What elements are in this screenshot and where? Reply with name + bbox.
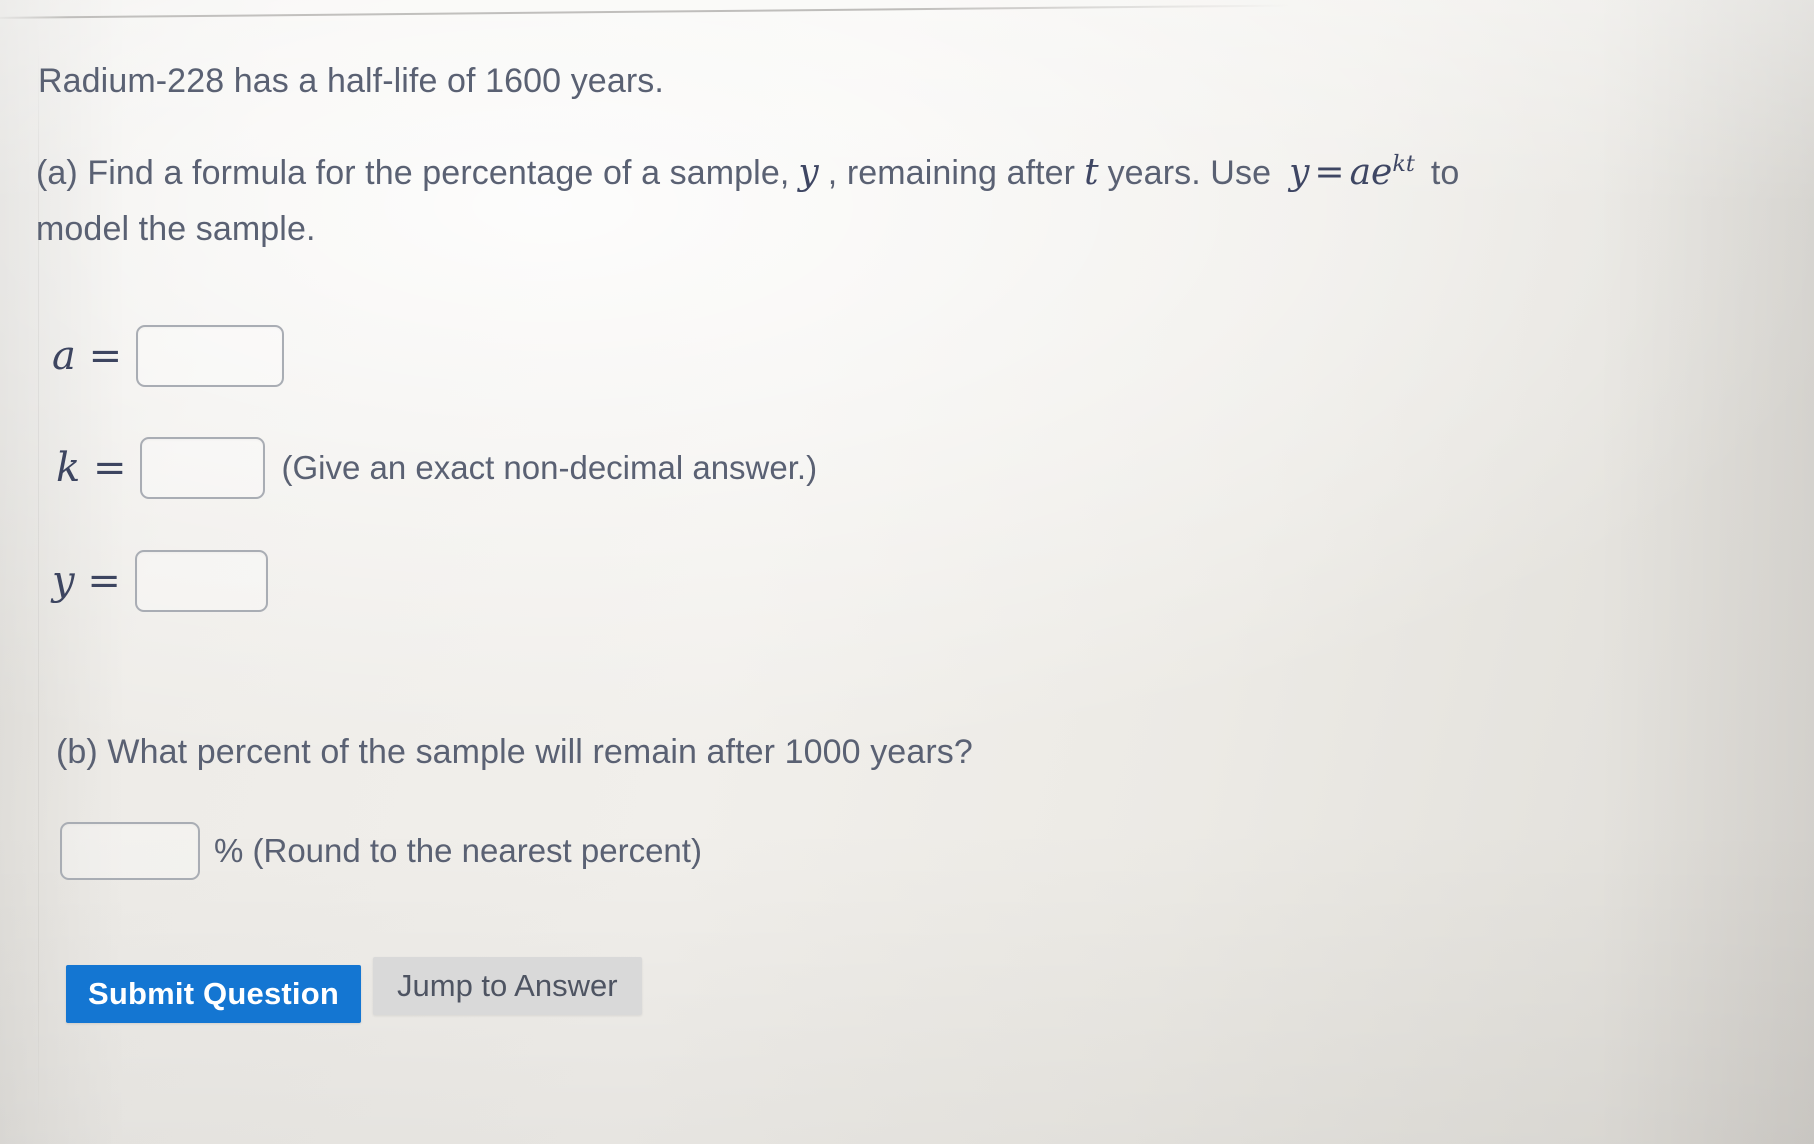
answer-input-y[interactable] [134,550,268,612]
answer-input-a[interactable] [136,325,285,387]
part-a-text-after-t: years. Use [1107,154,1272,192]
answer-input-percent[interactable] [60,822,200,880]
formula-equals-sign: = [1314,152,1345,193]
part-a-text-middle: , remaining after [827,154,1076,192]
field-row-percent: % (Round to the nearest percent) [60,822,702,880]
problem-statement: Radium-228 has a half-life of 1600 years… [38,62,664,100]
part-a-text-before-y: (a) Find a formula for the percentage of… [36,154,790,192]
field-row-a: a = [52,325,285,387]
formula-rhs-base: ae [1349,152,1393,193]
submit-question-button[interactable]: Submit Question [66,965,361,1023]
part-a-text-end: to [1430,154,1460,192]
jump-to-answer-button[interactable]: Jump to Answer [373,957,642,1015]
answer-input-k[interactable] [140,437,266,499]
percent-note: % (Round to the nearest percent) [214,832,702,869]
formula-exponent: kt [1392,151,1415,177]
math-variable-t: t [1084,152,1099,193]
part-a-prompt-line-1: (a) Find a formula for the percentage of… [36,150,1459,197]
worksheet-page: Radium-228 has a half-life of 1600 years… [0,0,1814,1144]
part-a-prompt-line-2: model the sample. [36,210,316,248]
part-b-question: (b) What percent of the sample will rema… [56,733,973,771]
field-row-y: y = [52,550,268,612]
question-content: Radium-228 has a half-life of 1600 years… [0,0,1814,1144]
action-button-row: Submit Question Jump to Answer [66,957,642,1023]
field-note-k: (Give an exact non-decimal answer.) [281,449,818,486]
formula-y-equals-ae-kt: y = aekt [1289,152,1415,193]
formula-lhs: y [1289,152,1310,193]
field-label-y: y = [52,558,121,604]
field-row-k: k = (Give an exact non-decimal answer.) [56,437,817,499]
field-label-a: a = [52,333,123,379]
field-label-k: k = [56,445,127,491]
math-variable-y: y [798,152,819,193]
